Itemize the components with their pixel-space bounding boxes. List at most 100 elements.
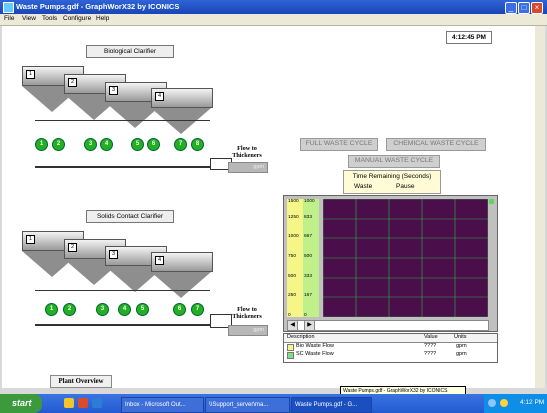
quick-launch-icon[interactable]	[92, 398, 102, 408]
sc-clarifier-title: Solids Contact Clarifier	[86, 210, 174, 223]
time-remaining-title: Time Remaining (Seconds)	[352, 173, 432, 180]
task-support-server[interactable]: \\Support_server\ma...	[205, 397, 290, 413]
axis-tick-label: 500	[304, 254, 313, 259]
quick-launch-icon[interactable]	[78, 398, 88, 408]
bio-tank-4: 4	[151, 88, 213, 134]
menu-configure[interactable]: Configure	[63, 15, 91, 22]
bio-flow-display: gpm	[228, 162, 268, 173]
header-description: Description	[287, 334, 315, 340]
sc-pump-7[interactable]: 7	[191, 303, 204, 316]
bio-pump-2[interactable]: 2	[52, 138, 65, 151]
tank-number: 2	[68, 78, 77, 87]
pause-label: Pause	[396, 183, 415, 190]
legend-swatch	[287, 344, 294, 351]
window-title: Waste Pumps.gdf - GraphWorX32 by ICONICS	[16, 2, 180, 11]
maximize-icon[interactable]: □	[518, 2, 530, 14]
axis-tick-label: 500	[288, 274, 297, 279]
trend-plot-area[interactable]	[323, 199, 488, 317]
sc-pump-3[interactable]: 3	[96, 303, 109, 316]
bio-flow-label: Flow to Thickeners	[232, 145, 262, 159]
close-icon[interactable]: ×	[531, 2, 543, 14]
legend-description: Bio Waste Flow	[296, 343, 335, 349]
pipe	[35, 290, 210, 291]
system-tray: 4:12 PM	[484, 394, 547, 413]
tank-number: 4	[155, 92, 164, 101]
bio-flow-unit: gpm	[253, 164, 264, 170]
task-outlook[interactable]: Inbox - Microsoft Out...	[121, 397, 204, 413]
clock-display: 4:12:45 PM	[446, 31, 492, 44]
quick-launch-icon[interactable]	[64, 398, 74, 408]
sc-tank-4: 4	[151, 252, 213, 298]
sc-flow-display: gpm	[228, 325, 268, 336]
axis-tick-label: 333	[304, 274, 313, 279]
sc-pump-5[interactable]: 5	[136, 303, 149, 316]
sc-flow-axis: 1000 833 667 500 333 167 0	[303, 199, 319, 318]
legend-description: SC Waste Flow	[296, 351, 334, 357]
trend-legend-table: Description Value Units Bio Waste Flow ?…	[283, 333, 498, 363]
chemical-waste-cycle-button[interactable]: CHEMICAL WASTE CYCLE	[386, 138, 486, 151]
legend-swatch	[287, 352, 294, 359]
taskbar-clock: 4:12 PM	[520, 399, 545, 406]
axis-tick-label: 1000	[304, 199, 315, 204]
time-remaining-panel: Time Remaining (Seconds) Waste Pause	[343, 170, 441, 194]
legend-units: gpm	[456, 343, 467, 349]
legend-row-sc[interactable]: SC Waste Flow ???? gpm	[284, 351, 497, 359]
axis-tick-label: 1000	[288, 234, 299, 239]
axis-tick-label: 750	[288, 254, 297, 259]
axis-tick-label: 1250	[288, 215, 299, 220]
vertical-scrollbar[interactable]	[535, 26, 545, 388]
bio-pump-5[interactable]: 5	[131, 138, 144, 151]
bio-pump-1[interactable]: 1	[35, 138, 48, 151]
bio-pump-8[interactable]: 8	[191, 138, 204, 151]
legend-row-bio[interactable]: Bio Waste Flow ???? gpm	[284, 343, 497, 351]
sc-pump-4[interactable]: 4	[118, 303, 131, 316]
menu-view[interactable]: View	[22, 15, 36, 22]
header-units: Units	[454, 334, 467, 340]
menu-file[interactable]: File	[4, 15, 14, 22]
bio-pump-4[interactable]: 4	[100, 138, 113, 151]
bio-pump-3[interactable]: 3	[84, 138, 97, 151]
legend-header: Description Value Units	[284, 334, 497, 343]
bio-pump-7[interactable]: 7	[174, 138, 187, 151]
tank-number: 1	[26, 70, 35, 79]
network-icon[interactable]	[488, 399, 496, 407]
axis-tick-label: 250	[288, 293, 297, 298]
manual-waste-cycle-button[interactable]: MANUAL WASTE CYCLE	[348, 155, 440, 168]
title-bar: Waste Pumps.gdf - GraphWorX32 by ICONICS…	[0, 0, 547, 14]
sc-pump-1[interactable]: 1	[45, 303, 58, 316]
pipe	[35, 120, 210, 121]
menu-bar: File View Tools Configure Help	[0, 14, 547, 26]
chart-indicator	[489, 199, 494, 204]
waste-label: Waste	[354, 183, 373, 190]
tank-number: 1	[26, 235, 35, 244]
volume-icon[interactable]	[500, 399, 508, 407]
tank-number: 3	[109, 250, 118, 259]
menu-help[interactable]: Help	[96, 15, 109, 22]
bio-flow-axis: 1500 1250 1000 750 500 250 0	[287, 199, 303, 318]
chart-scrollbar[interactable]: ◀ ▶	[287, 320, 489, 331]
plant-overview-button[interactable]: Plant Overview	[50, 375, 112, 388]
sc-flow-unit: gpm	[253, 327, 264, 333]
minimize-icon[interactable]: _	[505, 2, 517, 14]
axis-tick-label: 0	[288, 313, 291, 318]
start-button[interactable]: start	[0, 394, 42, 413]
bio-clarifier-title: Biological Clarifier	[86, 45, 174, 58]
legend-value: ????	[424, 343, 437, 349]
menu-tools[interactable]: Tools	[42, 15, 57, 22]
full-waste-cycle-button[interactable]: FULL WASTE CYCLE	[300, 138, 378, 151]
tank-number: 2	[68, 243, 77, 252]
sc-pump-2[interactable]: 2	[63, 303, 76, 316]
axis-tick-label: 167	[304, 293, 313, 298]
sc-pump-6[interactable]: 6	[173, 303, 186, 316]
scroll-right-icon[interactable]: ▶	[304, 321, 315, 331]
tank-number: 3	[109, 86, 118, 95]
bio-pump-6[interactable]: 6	[147, 138, 160, 151]
legend-value: ????	[424, 351, 437, 357]
axis-tick-label: 833	[304, 215, 313, 220]
scroll-left-icon[interactable]: ◀	[288, 321, 298, 330]
discharge-pipe	[35, 166, 210, 168]
legend-units: gpm	[456, 351, 467, 357]
axis-tick-label: 0	[304, 313, 307, 318]
axis-tick-label: 1500	[288, 199, 299, 204]
task-waste-pumps[interactable]: Waste Pumps.gdf - G...	[291, 397, 372, 413]
